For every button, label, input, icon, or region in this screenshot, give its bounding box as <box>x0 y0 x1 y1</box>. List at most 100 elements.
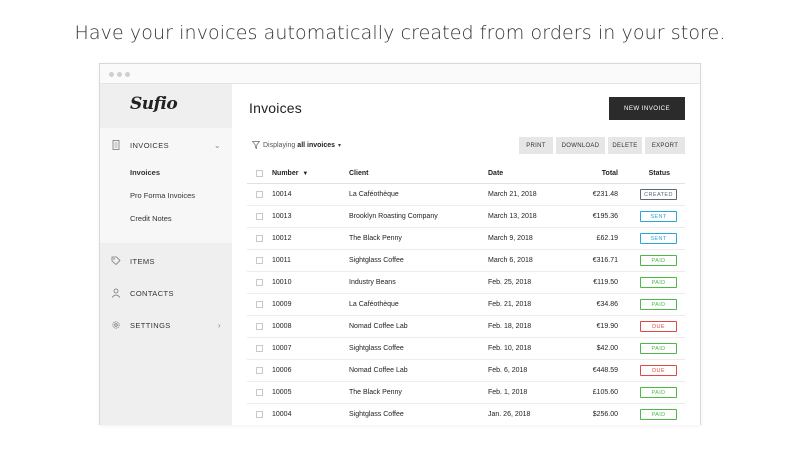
invoice-date: March 21, 2018 <box>488 191 537 198</box>
invoice-number[interactable]: 10011 <box>272 257 291 264</box>
status-badge: PAID <box>640 343 677 354</box>
download-button[interactable]: DOWNLOAD <box>556 137 605 154</box>
invoice-number[interactable]: 10006 <box>272 367 291 374</box>
sidebar-item-items[interactable]: ITEMS <box>100 249 232 273</box>
client-name[interactable]: Industry Beans <box>349 279 396 286</box>
invoice-number[interactable]: 10014 <box>272 191 291 198</box>
filter-dropdown[interactable]: Displaying all invoices ▾ <box>252 141 341 149</box>
delete-button[interactable]: DELETE <box>608 137 642 154</box>
sidebar-item-label: ITEMS <box>130 256 155 266</box>
row-checkbox[interactable] <box>256 191 263 198</box>
logo-area[interactable]: Sufio <box>100 84 232 128</box>
sidebar-item-label: SETTINGS <box>130 320 171 330</box>
row-checkbox[interactable] <box>256 213 263 220</box>
filter-value: all invoices <box>297 141 336 149</box>
gear-icon <box>112 321 120 329</box>
new-invoice-button[interactable]: NEW INVOICE <box>609 97 685 120</box>
invoice-date: Feb. 18, 2018 <box>488 323 532 330</box>
table-row[interactable]: 10012 The Black Penny March 9, 2018 £62.19 S… <box>247 228 685 250</box>
client-name[interactable]: The Black Penny <box>349 235 402 242</box>
invoice-total: $256.00 <box>592 411 618 418</box>
sidebar-item-label: INVOICES <box>130 140 170 150</box>
sidebar-item-contacts[interactable]: CONTACTS <box>100 281 232 305</box>
status-badge: PAID <box>640 299 677 310</box>
column-number-header[interactable]: Number ▼ <box>272 170 308 177</box>
table-row[interactable]: 10004 Sightglass Coffee Jan. 26, 2018 $256.… <box>247 404 685 425</box>
invoice-date: Jan. 26, 2018 <box>488 411 531 418</box>
table-row[interactable]: 10011 Sightglass Coffee March 6, 2018 €316.… <box>247 250 685 272</box>
invoice-number[interactable]: 10005 <box>272 389 291 396</box>
invoice-total: £62.19 <box>596 235 618 242</box>
invoice-total: €119.50 <box>593 279 618 286</box>
client-name[interactable]: Sightglass Coffee <box>349 345 404 352</box>
invoice-total: £105.60 <box>592 389 618 396</box>
export-button[interactable]: EXPORT <box>645 137 685 154</box>
row-checkbox[interactable] <box>256 367 263 374</box>
status-badge: DUE <box>640 321 677 332</box>
window-dot-icon <box>109 72 114 77</box>
table-row[interactable]: 10006 Nomad Coffee Lab Feb. 6, 2018 €448.59… <box>247 360 685 382</box>
row-checkbox[interactable] <box>256 389 263 396</box>
table-row[interactable]: 10010 Industry Beans Feb. 25, 2018 €119.50 P… <box>247 272 685 294</box>
table-row[interactable]: 10013 Brooklyn Roasting Company March 13, … <box>247 206 685 228</box>
invoice-number[interactable]: 10010 <box>272 279 291 286</box>
row-checkbox[interactable] <box>256 279 263 286</box>
row-checkbox[interactable] <box>256 323 263 330</box>
select-all-checkbox[interactable] <box>256 170 263 177</box>
client-name[interactable]: Sightglass Coffee <box>349 411 404 418</box>
status-badge: PAID <box>640 409 677 420</box>
sidebar-subitem-pro-forma[interactable]: Pro Forma Invoices <box>130 191 195 200</box>
row-checkbox[interactable] <box>256 345 263 352</box>
invoice-number[interactable]: 10007 <box>272 345 291 352</box>
column-total-header: Total <box>601 170 618 177</box>
column-date-header: Date <box>488 170 504 177</box>
invoice-number[interactable]: 10008 <box>272 323 291 330</box>
table-row[interactable]: 10009 La Caféothèque Feb. 21, 2018 €34.86 PA… <box>247 294 685 316</box>
row-checkbox[interactable] <box>256 257 263 264</box>
sort-down-icon: ▼ <box>302 171 309 177</box>
invoice-number[interactable]: 10004 <box>272 411 291 418</box>
status-badge: PAID <box>640 387 677 398</box>
status-badge: CREATED <box>640 189 677 200</box>
sidebar-item-settings[interactable]: SETTINGS › <box>100 313 232 337</box>
app-logo: Sufio <box>130 94 178 114</box>
client-name[interactable]: Sightglass Coffee <box>349 257 404 264</box>
column-header-label: Number <box>272 170 299 177</box>
column-status-header: Status <box>648 170 670 177</box>
document-icon <box>112 140 120 150</box>
table-row[interactable]: 10008 Nomad Coffee Lab Feb. 18, 2018 €19.90… <box>247 316 685 338</box>
client-name[interactable]: Nomad Coffee Lab <box>349 323 408 330</box>
status-badge: PAID <box>640 255 677 266</box>
table-header: Number ▼ Client Date Total Status <box>247 163 685 184</box>
client-name[interactable]: Nomad Coffee Lab <box>349 367 408 374</box>
invoice-total: $42.00 <box>596 345 618 352</box>
row-checkbox[interactable] <box>256 301 263 308</box>
sidebar-subitem-credit-notes[interactable]: Credit Notes <box>130 214 172 223</box>
invoice-date: Feb. 10, 2018 <box>488 345 532 352</box>
chevron-right-icon: › <box>217 320 221 330</box>
row-checkbox[interactable] <box>256 235 263 242</box>
status-badge: DUE <box>640 365 677 376</box>
column-client-header: Client <box>349 170 369 177</box>
table-row[interactable]: 10007 Sightglass Coffee Feb. 10, 2018 $42.0… <box>247 338 685 360</box>
sidebar-item-invoices[interactable]: INVOICES ⌄ <box>100 133 232 157</box>
sidebar-item-label: CONTACTS <box>130 288 174 298</box>
client-name[interactable]: La Caféothèque <box>349 301 399 308</box>
table-row[interactable]: 10014 La Caféothèque March 21, 2018 €231.48… <box>247 184 685 206</box>
headline: Have your invoices automatically created… <box>74 22 726 44</box>
client-name[interactable]: Brooklyn Roasting Company <box>349 213 438 220</box>
client-name[interactable]: The Black Penny <box>349 389 402 396</box>
invoice-number[interactable]: 10009 <box>272 301 291 308</box>
invoice-number[interactable]: 10012 <box>272 235 291 242</box>
print-button[interactable]: PRINT <box>519 137 553 154</box>
app-window: Sufio INVOICES ⌄ Invoices Pro Forma Invo… <box>99 63 701 425</box>
invoice-total: €195.36 <box>592 213 618 220</box>
table-row[interactable]: 10005 The Black Penny Feb. 1, 2018 £105.60 P… <box>247 382 685 404</box>
client-name[interactable]: La Caféothèque <box>349 191 399 198</box>
row-checkbox[interactable] <box>256 411 263 418</box>
tag-icon <box>111 256 121 266</box>
invoice-number[interactable]: 10013 <box>272 213 291 220</box>
status-badge: SENT <box>640 211 677 222</box>
sidebar-subitem-invoices[interactable]: Invoices <box>130 168 160 177</box>
page-title: Invoices <box>249 100 302 116</box>
